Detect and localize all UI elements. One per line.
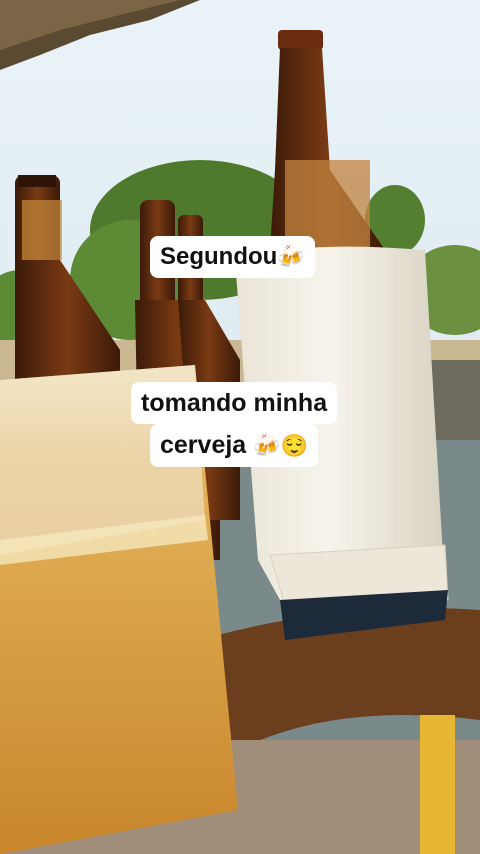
- caption-text: Segundou: [160, 243, 278, 270]
- caption-tomando-minha: tomando minha: [131, 382, 338, 424]
- fence: [430, 360, 480, 440]
- caption-text: cerveja: [160, 431, 247, 459]
- caption-text: tomando minha: [141, 389, 328, 417]
- table-leg: [420, 715, 455, 854]
- caption-cerveja: cerveja 🍻😌: [150, 424, 318, 467]
- beer-mugs-relieved-face-icon: 🍻😌: [253, 433, 308, 458]
- beer-mugs-icon: 🍻: [277, 244, 305, 269]
- caption-segundou: Segundou🍻: [150, 236, 315, 278]
